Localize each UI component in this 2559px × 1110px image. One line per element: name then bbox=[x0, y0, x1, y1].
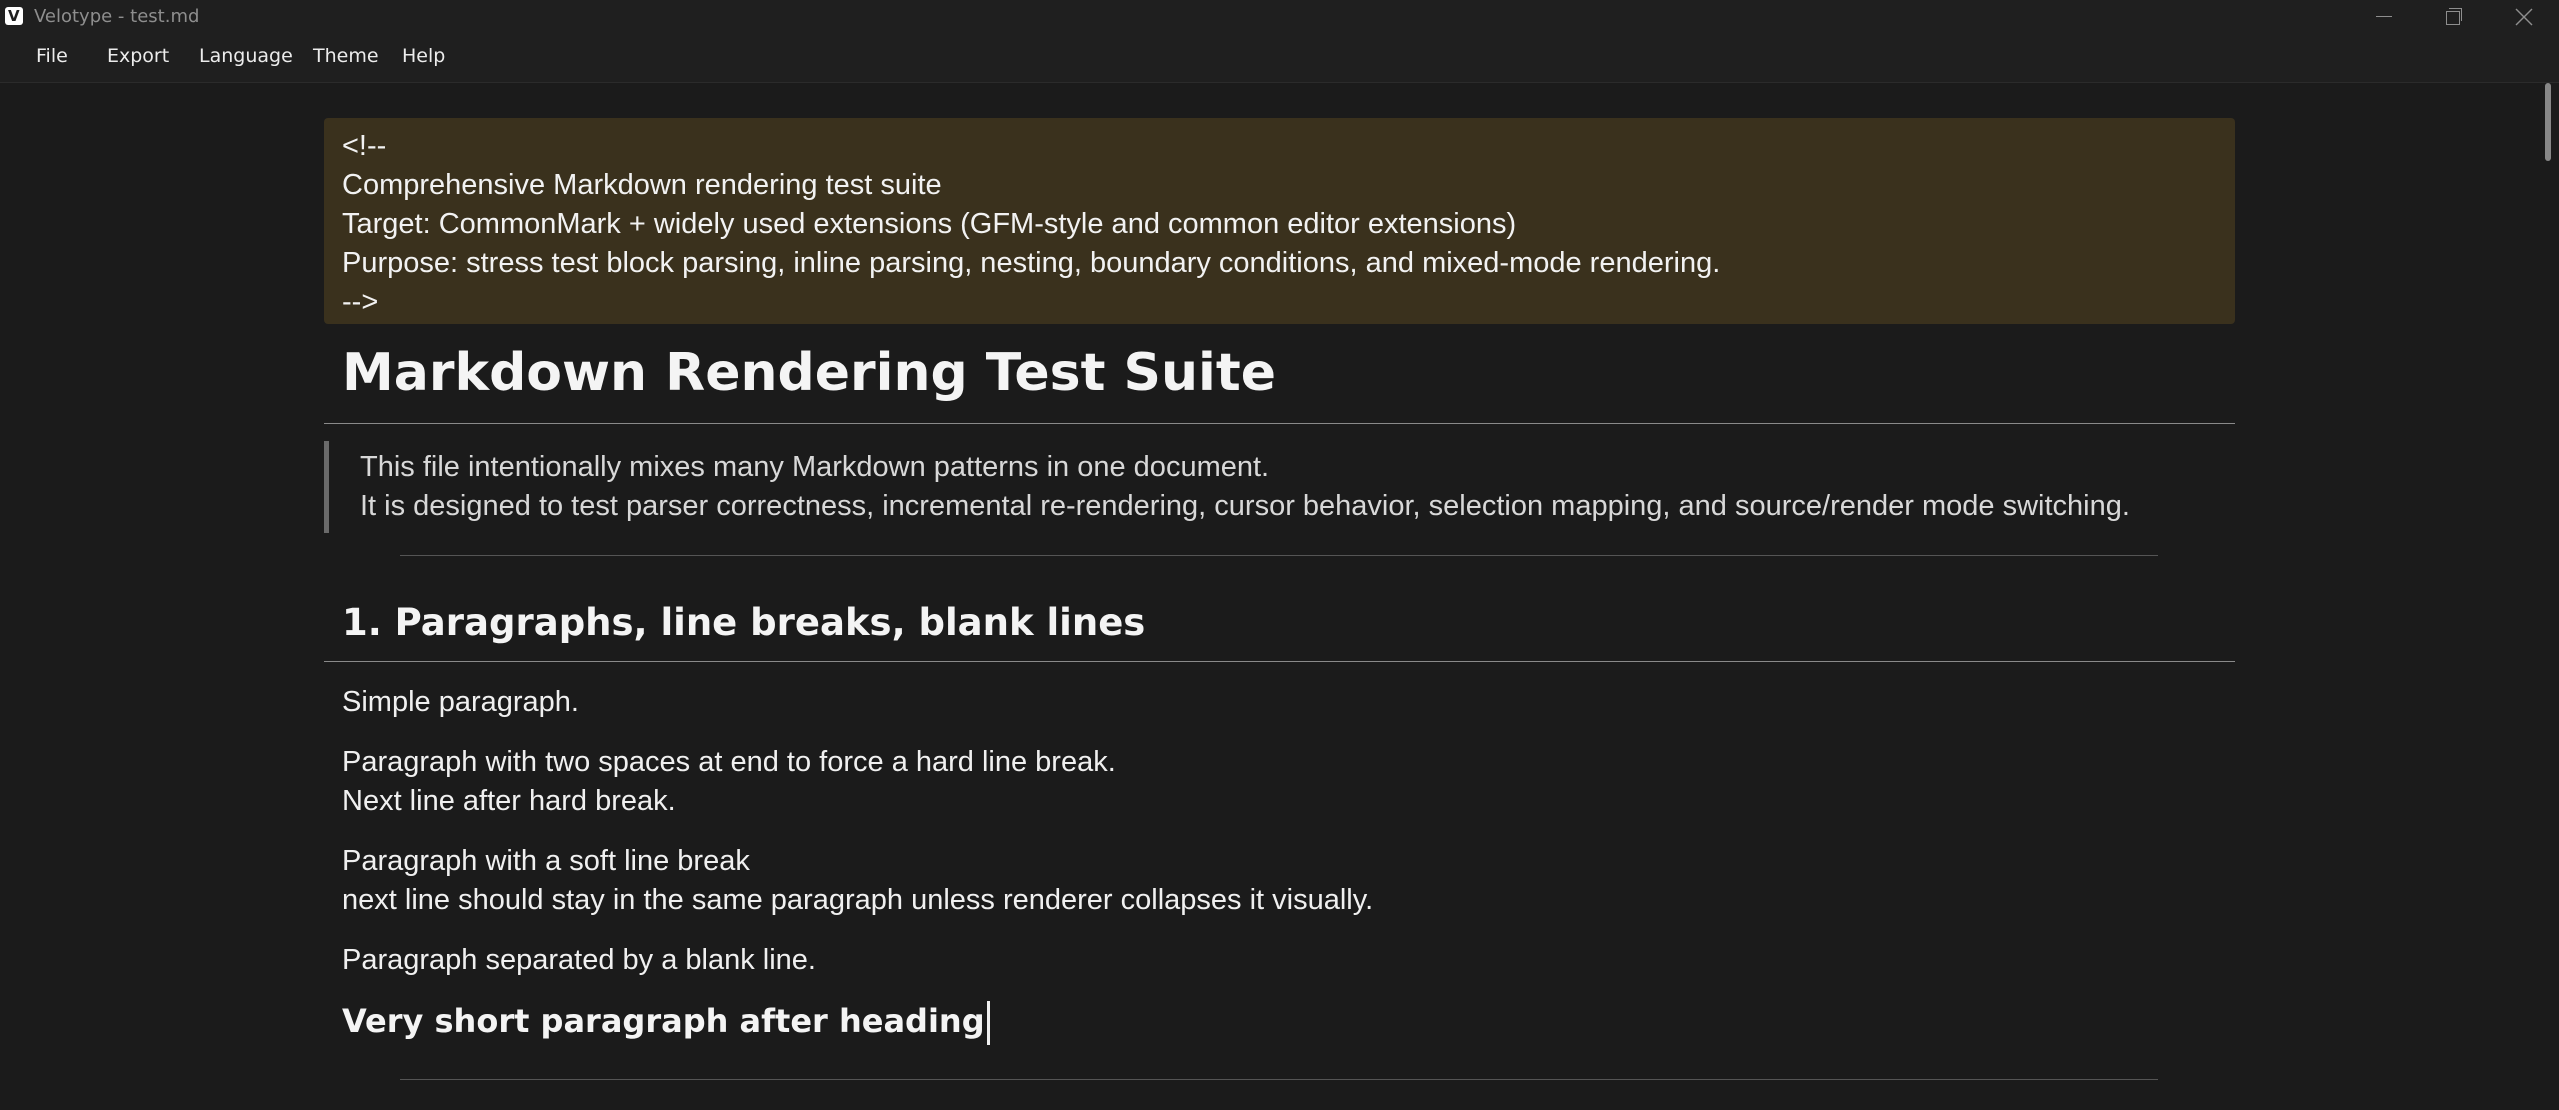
velotype-logo-icon: V bbox=[5, 7, 23, 25]
comment-line: Purpose: stress test block parsing, inli… bbox=[342, 247, 1721, 279]
minimize-button[interactable] bbox=[2354, 0, 2414, 34]
close-icon bbox=[2515, 8, 2533, 26]
heading-1-underline bbox=[324, 423, 2235, 424]
menu-language[interactable]: Language bbox=[199, 43, 293, 69]
menu-help[interactable]: Help bbox=[402, 43, 445, 69]
app-icon-letter: V bbox=[8, 7, 20, 25]
blockquote-line: It is designed to test parser correctnes… bbox=[360, 490, 2130, 522]
vertical-scrollbar[interactable] bbox=[2540, 83, 2559, 1110]
close-button[interactable] bbox=[2494, 0, 2554, 34]
text-cursor bbox=[986, 1001, 990, 1045]
comment-line: Comprehensive Markdown rendering test su… bbox=[342, 169, 942, 201]
heading-2[interactable]: 1. Paragraphs, line breaks, blank lines bbox=[342, 601, 1145, 644]
comment-line: --> bbox=[342, 286, 379, 318]
menu-file[interactable]: File bbox=[36, 43, 68, 69]
minimize-icon bbox=[2376, 16, 2392, 17]
heading-3-text: Very short paragraph after heading bbox=[342, 1002, 985, 1040]
paragraph[interactable]: Paragraph separated by a blank line. bbox=[342, 941, 816, 980]
menu-theme[interactable]: Theme bbox=[313, 43, 379, 69]
editor-document[interactable]: <!-- Comprehensive Markdown rendering te… bbox=[0, 83, 2540, 1110]
restore-button[interactable] bbox=[2424, 0, 2484, 34]
scrollbar-thumb[interactable] bbox=[2545, 83, 2551, 161]
html-comment-block[interactable]: <!-- Comprehensive Markdown rendering te… bbox=[324, 118, 2235, 324]
paragraph-line: Paragraph separated by a blank line. bbox=[342, 944, 816, 976]
comment-line: <!-- bbox=[342, 130, 387, 162]
paragraph-line: Simple paragraph. bbox=[342, 686, 579, 718]
paragraph[interactable]: Paragraph with a soft line break next li… bbox=[342, 842, 1373, 920]
window-title: Velotype - test.md bbox=[34, 6, 200, 27]
horizontal-rule bbox=[400, 555, 2158, 556]
menu-export[interactable]: Export bbox=[107, 43, 169, 69]
paragraph-line: next line should stay in the same paragr… bbox=[342, 884, 1374, 916]
blockquote-line: This file intentionally mixes many Markd… bbox=[360, 451, 1270, 483]
paragraph-line: Paragraph with two spaces at end to forc… bbox=[342, 746, 1116, 778]
menu-bar: File Export Language Theme Help bbox=[0, 34, 2559, 83]
blockquote[interactable]: This file intentionally mixes many Markd… bbox=[324, 441, 2235, 533]
paragraph[interactable]: Paragraph with two spaces at end to forc… bbox=[342, 743, 1116, 821]
comment-line: Target: CommonMark + widely used extensi… bbox=[342, 208, 1517, 240]
heading-3[interactable]: Very short paragraph after heading bbox=[342, 1001, 990, 1045]
paragraph[interactable]: Simple paragraph. bbox=[342, 683, 579, 722]
horizontal-rule bbox=[400, 1079, 2158, 1080]
heading-1[interactable]: Markdown Rendering Test Suite bbox=[342, 343, 1276, 403]
paragraph-line: Paragraph with a soft line break bbox=[342, 845, 750, 877]
heading-2-underline bbox=[324, 661, 2235, 662]
title-bar: V Velotype - test.md bbox=[0, 0, 2559, 34]
paragraph-line: Next line after hard break. bbox=[342, 785, 676, 817]
